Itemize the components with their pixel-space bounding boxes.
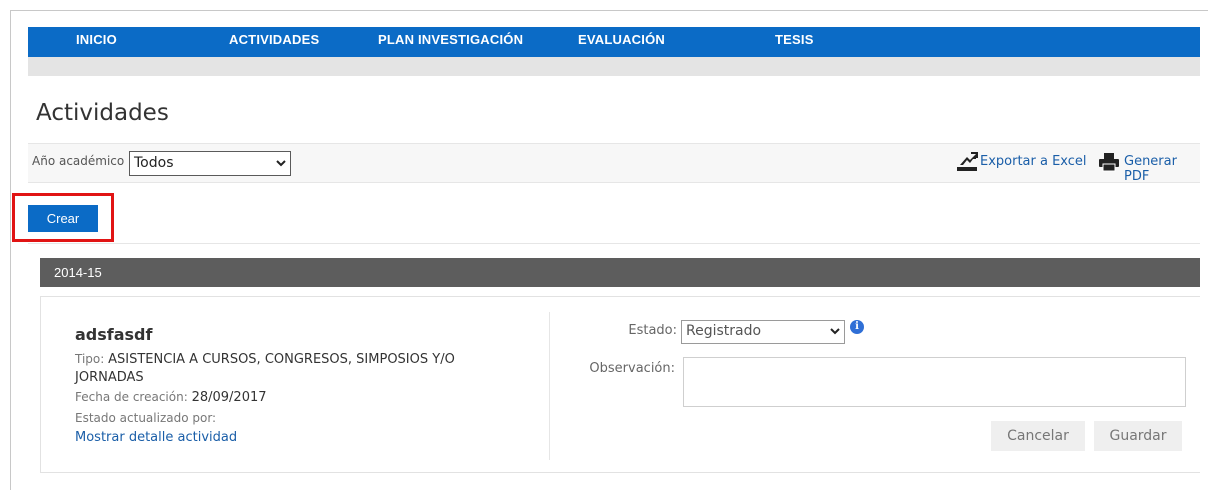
activity-created: Fecha de creación: 28/09/2017 <box>75 390 267 405</box>
activity-type-value-line2: JORNADAS <box>75 370 144 385</box>
top-navigation: INICIO ACTIVIDADES PLAN INVESTIGACIÓN EV… <box>28 27 1200 57</box>
card-divider <box>549 312 550 460</box>
nav-item-tesis[interactable]: TESIS <box>775 27 814 57</box>
activity-type: Tipo: ASISTENCIA A CURSOS, CONGRESOS, SI… <box>75 352 455 367</box>
highlight-box <box>12 193 114 242</box>
info-icon[interactable]: i <box>850 320 864 334</box>
nav-item-evaluacion[interactable]: EVALUACIÓN <box>578 27 665 57</box>
nav-item-inicio[interactable]: INICIO <box>76 27 117 57</box>
generate-pdf-link[interactable]: Generar PDF <box>1124 154 1200 184</box>
activity-title: adsfasdf <box>75 325 153 344</box>
created-date-label: Fecha de creación: <box>75 390 188 404</box>
activity-type-value: ASISTENCIA A CURSOS, CONGRESOS, SIMPOSIO… <box>108 352 455 367</box>
estado-select[interactable]: Registrado <box>681 320 845 344</box>
status-updated-by-label: Estado actualizado por: <box>75 411 217 425</box>
export-excel-icon[interactable] <box>956 152 978 172</box>
estado-label: Estado: <box>628 323 677 338</box>
estado-value: Registrado <box>686 323 762 339</box>
academic-year-label: Año académico <box>32 154 125 168</box>
filter-bar: Año académico Todos Exportar a Excel Gen… <box>28 143 1200 184</box>
year-group-label: 2014-15 <box>54 265 102 280</box>
save-button[interactable]: Guardar <box>1094 421 1182 451</box>
observacion-textarea[interactable] <box>683 357 1186 407</box>
printer-icon[interactable] <box>1098 152 1120 172</box>
academic-year-select[interactable]: Todos <box>129 151 291 176</box>
academic-year-value: Todos <box>134 155 174 171</box>
sub-navigation-bar <box>28 57 1200 76</box>
chevron-down-icon <box>830 321 840 346</box>
section-divider <box>28 243 1200 244</box>
export-excel-link[interactable]: Exportar a Excel <box>980 154 1087 169</box>
chevron-down-icon <box>276 152 286 177</box>
year-group-header: 2014-15 <box>40 258 1200 287</box>
show-activity-detail-link[interactable]: Mostrar detalle actividad <box>75 430 237 445</box>
cancel-button[interactable]: Cancelar <box>991 421 1085 451</box>
page-title: Actividades <box>36 100 169 126</box>
activity-type-label: Tipo: <box>75 352 105 366</box>
nav-item-plan-investigacion[interactable]: PLAN INVESTIGACIÓN <box>378 27 523 57</box>
activity-type-continued: JORNADAS <box>75 370 144 385</box>
observacion-label: Observación: <box>589 361 675 376</box>
nav-item-actividades[interactable]: ACTIVIDADES <box>229 27 319 57</box>
created-date-value: 28/09/2017 <box>191 390 267 405</box>
